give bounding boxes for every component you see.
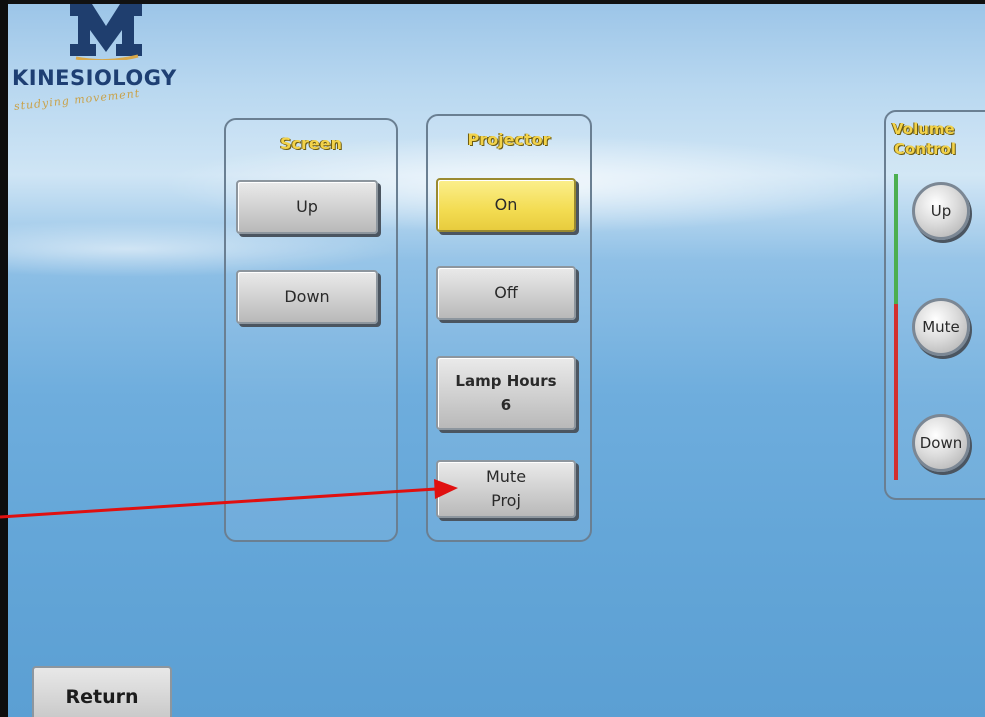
annotation-arrow-icon	[0, 479, 458, 519]
